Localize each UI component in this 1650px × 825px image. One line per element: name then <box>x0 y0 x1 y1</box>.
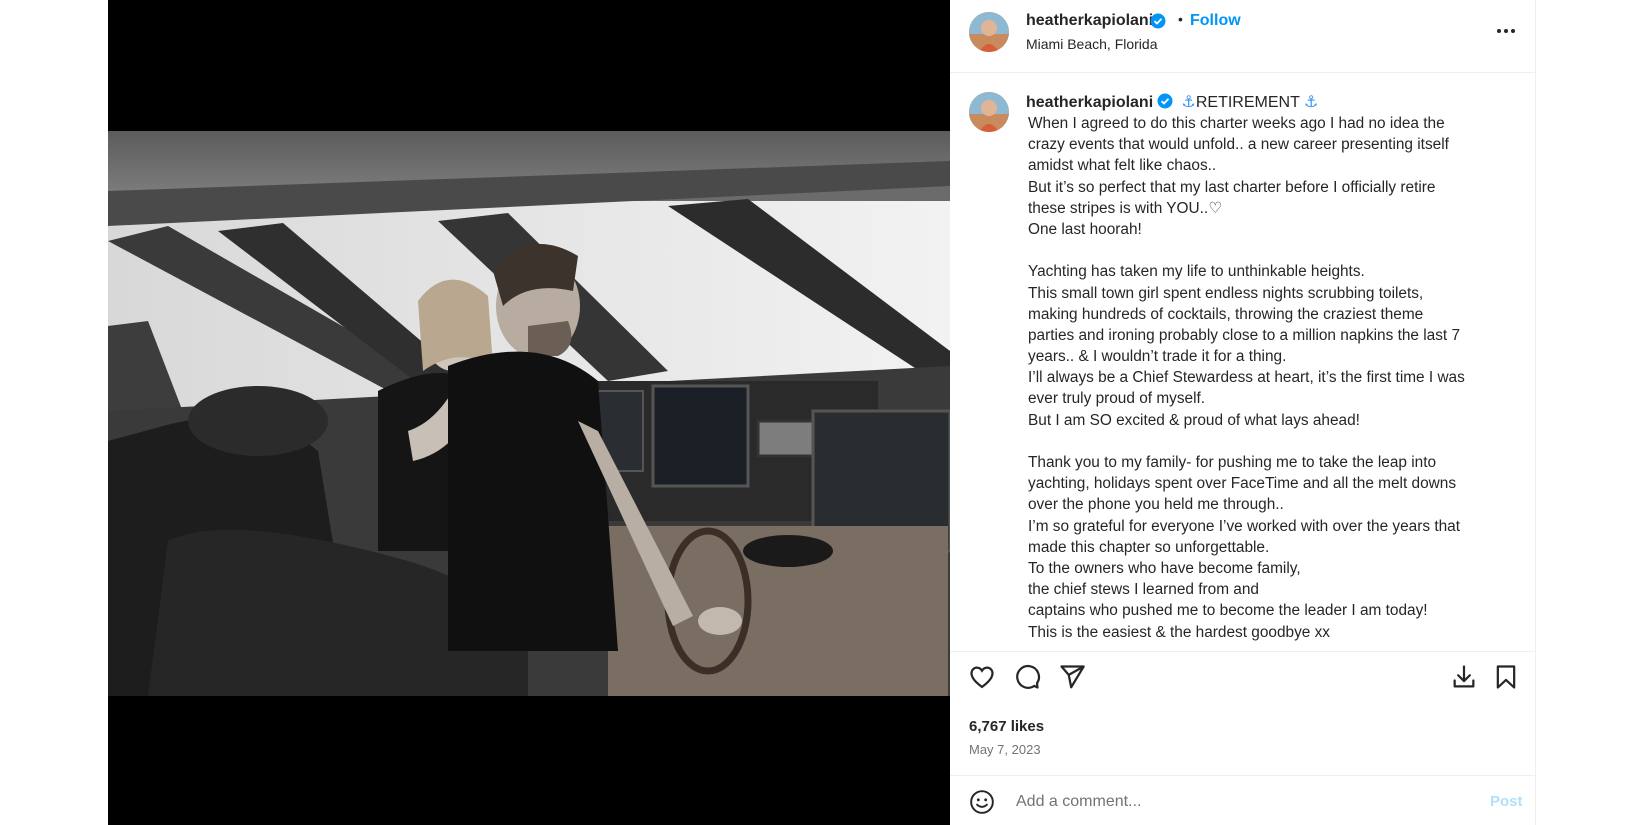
caption-line: Yachting has taken my life to unthinkabl… <box>1028 263 1365 281</box>
verified-badge-icon <box>1150 13 1166 34</box>
header-separator: • <box>1178 11 1183 27</box>
caption-line: the chief stews I learned from and <box>1028 581 1259 599</box>
caption-line: yachting, holidays spent over FaceTime a… <box>1028 475 1457 493</box>
comment-input[interactable] <box>1016 788 1456 816</box>
post-author-username[interactable]: heatherkapiolani <box>1026 12 1153 30</box>
caption-avatar[interactable] <box>969 92 1009 132</box>
caption-line: ever truly proud of myself. <box>1028 390 1206 408</box>
caption-line: This is the easiest & the hardest goodby… <box>1028 623 1330 641</box>
caption-title-text: RETIREMENT <box>1195 94 1300 111</box>
caption-username[interactable]: heatherkapiolani <box>1026 94 1153 111</box>
caption-line: To the owners who have become family, <box>1028 559 1301 577</box>
likes-count[interactable]: 6,767 likes <box>969 718 1044 735</box>
heart-icon[interactable] <box>968 663 996 691</box>
anchor-icon: ⚓ <box>1181 94 1196 111</box>
post-actions <box>950 651 1536 701</box>
caption-line: I’m so grateful for everyone I’ve worked… <box>1028 517 1460 535</box>
caption-area: heatherkapiolani ⚓RETIREMENT ⚓ When I ag… <box>950 73 1536 651</box>
post-date[interactable]: May 7, 2023 <box>969 742 1041 757</box>
follow-button[interactable]: Follow <box>1190 12 1241 30</box>
post-location[interactable]: Miami Beach, Florida <box>1026 36 1158 52</box>
caption-header: heatherkapiolani ⚓RETIREMENT ⚓ <box>1026 92 1318 113</box>
post-header: heatherkapiolani • Follow Miami Beach, F… <box>950 0 1536 73</box>
avatar[interactable] <box>969 12 1009 52</box>
caption-line: This small town girl spent endless night… <box>1028 284 1424 302</box>
caption-line: When I agreed to do this charter weeks a… <box>1028 115 1445 132</box>
anchor-icon: ⚓ <box>1304 94 1319 111</box>
caption-line: making hundreds of cocktails, throwing t… <box>1028 305 1424 323</box>
caption-line: But it’s so perfect that my last charter… <box>1028 178 1436 196</box>
caption-line: years.. & I wouldn’t trade it for a thin… <box>1028 348 1287 366</box>
bookmark-icon[interactable] <box>1492 663 1520 691</box>
caption-line: made this chapter so unforgettable. <box>1028 538 1270 556</box>
caption-line: crazy events that would unfold.. a new c… <box>1028 136 1449 154</box>
post-comment-button[interactable]: Post <box>1490 793 1523 810</box>
caption-line: One last hoorah! <box>1028 220 1142 238</box>
caption-line: over the phone you held me through.. <box>1028 496 1284 514</box>
comment-icon[interactable] <box>1013 663 1041 691</box>
more-options-icon[interactable] <box>1494 22 1518 40</box>
caption-line: these stripes is with YOU..♡ <box>1028 199 1222 217</box>
caption-line: parties and ironing probably close to a … <box>1028 326 1461 344</box>
comment-bar: Post <box>950 775 1536 825</box>
caption-text: When I agreed to do this charter weeks a… <box>1028 113 1518 643</box>
paper-plane-icon[interactable] <box>1058 663 1086 691</box>
caption-line <box>1028 431 1518 452</box>
caption-line <box>1028 240 1518 261</box>
caption-title: ⚓RETIREMENT ⚓ <box>1182 94 1319 111</box>
caption-line: amidst what felt like chaos.. <box>1028 157 1217 175</box>
caption-line: But I am SO excited & proud of what lays… <box>1028 411 1360 429</box>
caption-line: Thank you to my family- for pushing me t… <box>1028 454 1437 471</box>
media-pane <box>108 0 950 825</box>
caption-line: captains who pushed me to become the lea… <box>1028 602 1428 620</box>
post-photo[interactable] <box>108 131 950 696</box>
verified-badge-icon <box>1157 93 1173 113</box>
yacht-bridge-photo <box>108 131 950 696</box>
download-icon[interactable] <box>1450 663 1478 691</box>
post-side-panel: heatherkapiolani • Follow Miami Beach, F… <box>950 0 1536 825</box>
caption-line: I’ll always be a Chief Stewardess at hea… <box>1028 369 1465 387</box>
emoji-icon[interactable] <box>969 789 995 815</box>
